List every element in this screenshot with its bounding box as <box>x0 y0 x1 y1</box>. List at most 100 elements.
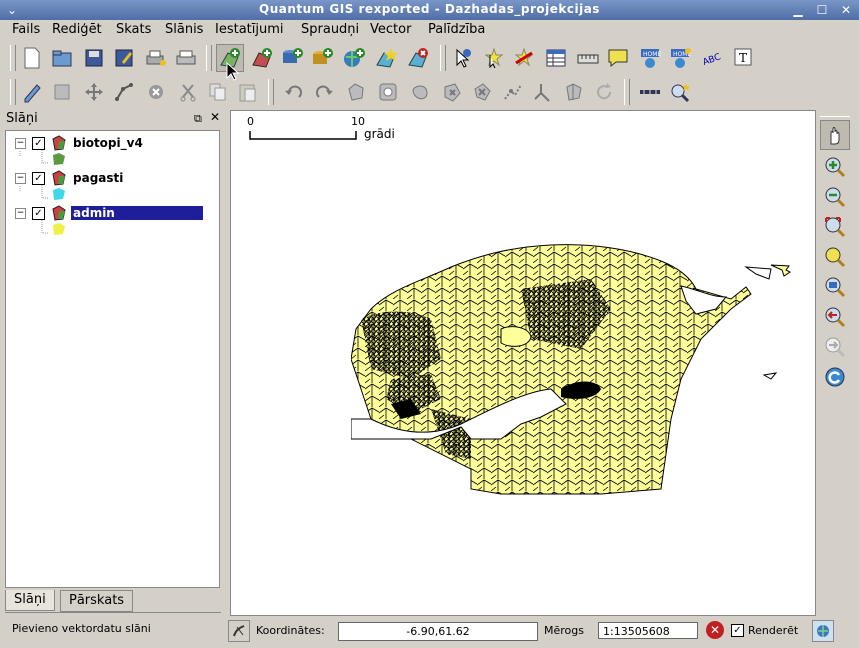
toggle-editing-icon[interactable] <box>18 78 46 106</box>
move-feature-icon[interactable] <box>80 78 108 106</box>
legend-symbol <box>52 187 66 204</box>
digitizing-toolbar <box>0 75 859 109</box>
merge-features-icon[interactable] <box>560 78 588 106</box>
simplify-feature-icon[interactable] <box>342 78 370 106</box>
menu-rediget[interactable]: Rediģēt <box>52 22 102 37</box>
rotate-symbols-icon[interactable] <box>590 78 618 106</box>
cut-features-icon[interactable] <box>174 78 202 106</box>
menu-fails[interactable]: Fails <box>12 22 40 37</box>
layer-name: pagasti <box>73 171 124 185</box>
tab-layers[interactable]: Slāņi <box>5 590 55 611</box>
add-raster-layer-icon[interactable] <box>248 44 276 72</box>
projection-status-icon[interactable] <box>812 620 834 642</box>
print-icon[interactable] <box>172 44 200 72</box>
identify-icon[interactable] <box>448 44 476 72</box>
scale-field[interactable]: 1:13505608 <box>598 622 698 639</box>
zoom-in-icon[interactable] <box>820 152 850 182</box>
menubar: Fails Rediģēt Skats Slānis Iestatījumi S… <box>0 20 859 40</box>
undo-icon[interactable] <box>280 78 308 106</box>
expand-toggle-icon[interactable]: − <box>15 138 26 149</box>
menu-vector[interactable]: Vector <box>370 22 411 37</box>
new-vector-layer-icon[interactable] <box>372 44 400 72</box>
layer-item[interactable]: ✓ pagasti <box>32 169 125 187</box>
zoom-to-layer-icon[interactable] <box>820 272 850 302</box>
map-tips-icon[interactable] <box>604 44 632 72</box>
add-spatialite-layer-icon[interactable] <box>308 44 336 72</box>
redo-icon[interactable] <box>310 78 338 106</box>
status-message: Pievieno vektordatu slāni <box>12 622 151 635</box>
zoom-next-icon[interactable] <box>820 332 850 362</box>
render-checkbox[interactable]: ✓ <box>731 624 744 637</box>
refresh-icon[interactable] <box>820 362 850 392</box>
layer-tree: − − − ✓ biotopi_v4 ✓ pagasti ✓ admin <box>5 130 220 588</box>
menu-palidziba[interactable]: Palīdzība <box>428 22 485 37</box>
delete-part-icon[interactable] <box>468 78 496 106</box>
delete-selected-icon[interactable] <box>142 78 170 106</box>
zoom-to-selection-icon[interactable] <box>820 242 850 272</box>
new-project-icon[interactable] <box>18 44 46 72</box>
layer-visibility-checkbox[interactable]: ✓ <box>32 136 45 150</box>
text-annotation-icon[interactable]: T <box>730 44 758 72</box>
map-canvas[interactable]: 0 10 grādi <box>230 110 816 616</box>
attribute-table-icon[interactable] <box>542 44 570 72</box>
layer-item[interactable]: ✓ biotopi_v4 <box>32 134 145 152</box>
window-titlebar: ⌄ Quantum GIS rexported - Dazhadas_proje… <box>0 0 859 20</box>
open-project-icon[interactable] <box>48 44 76 72</box>
layers-panel-title: Slāņi <box>6 111 38 126</box>
add-ring-icon[interactable] <box>374 78 402 106</box>
minimize-icon[interactable]: ▁ <box>790 2 806 18</box>
reshape-features-icon[interactable] <box>498 78 526 106</box>
layer-visibility-checkbox[interactable]: ✓ <box>32 206 45 220</box>
menu-skats[interactable]: Skats <box>116 22 151 37</box>
render-label: Renderēt <box>748 624 799 637</box>
label-tool-icon[interactable]: ABC <box>698 44 726 72</box>
map-navigation-toolbar <box>818 116 856 618</box>
pan-map-icon[interactable] <box>820 120 850 150</box>
zoom-full-icon[interactable] <box>820 212 850 242</box>
zoom-home-icon[interactable]: HOME <box>636 44 664 72</box>
print-composer-icon[interactable] <box>142 44 170 72</box>
layer-item[interactable]: ✓ admin <box>28 204 203 222</box>
close-icon[interactable]: ✕ <box>838 2 854 18</box>
georeferencer-icon[interactable] <box>666 78 694 106</box>
zoom-out-icon[interactable] <box>820 182 850 212</box>
add-wms-layer-icon[interactable] <box>340 44 368 72</box>
svg-text:T: T <box>739 51 747 65</box>
scale-label: Mērogs <box>544 624 584 637</box>
expand-toggle-icon[interactable]: − <box>15 208 26 219</box>
main-toolbar: HOME HOME ABC T <box>0 41 859 75</box>
set-home-icon[interactable]: HOME <box>666 44 694 72</box>
float-panel-icon[interactable]: ⧉ <box>194 112 202 126</box>
stop-rendering-icon[interactable]: ✕ <box>706 621 724 639</box>
menu-iestatijumi[interactable]: Iestatījumi <box>215 22 284 37</box>
layer-visibility-checkbox[interactable]: ✓ <box>32 171 45 185</box>
legend-symbol <box>52 152 66 169</box>
polygon-layer-icon <box>52 205 66 221</box>
measure-line-icon[interactable] <box>574 44 602 72</box>
polygon-layer-icon <box>52 135 66 151</box>
add-postgis-layer-icon[interactable] <box>278 44 306 72</box>
gps-tools-icon[interactable] <box>636 78 664 106</box>
add-island-icon[interactable] <box>406 78 434 106</box>
expand-toggle-icon[interactable]: − <box>15 173 26 184</box>
remove-layer-icon[interactable] <box>404 44 432 72</box>
scalebar-max-label: 10 <box>351 115 365 128</box>
menu-spraudni[interactable]: Spraudņi <box>301 22 359 37</box>
scalebar-zero-label: 0 <box>247 115 254 128</box>
map-features <box>351 244 778 495</box>
menu-slanis[interactable]: Slānis <box>165 22 203 37</box>
deselect-features-icon[interactable] <box>510 44 538 72</box>
save-project-icon[interactable] <box>80 44 108 72</box>
maximize-icon[interactable]: ☐ <box>814 2 830 18</box>
select-features-icon[interactable] <box>480 44 508 72</box>
split-features-icon[interactable] <box>528 78 556 106</box>
coordinates-field[interactable]: -6.90,61.62 <box>338 622 538 641</box>
tab-overview[interactable]: Pārskats <box>60 590 134 612</box>
toggle-coordinates-icon[interactable] <box>228 620 250 642</box>
close-panel-icon[interactable]: ✕ <box>210 110 220 124</box>
zoom-last-icon[interactable] <box>820 302 850 332</box>
node-tool-icon[interactable] <box>110 78 138 106</box>
delete-ring-icon[interactable] <box>438 78 466 106</box>
save-as-icon[interactable] <box>110 44 138 72</box>
save-edits-icon[interactable] <box>48 78 76 106</box>
